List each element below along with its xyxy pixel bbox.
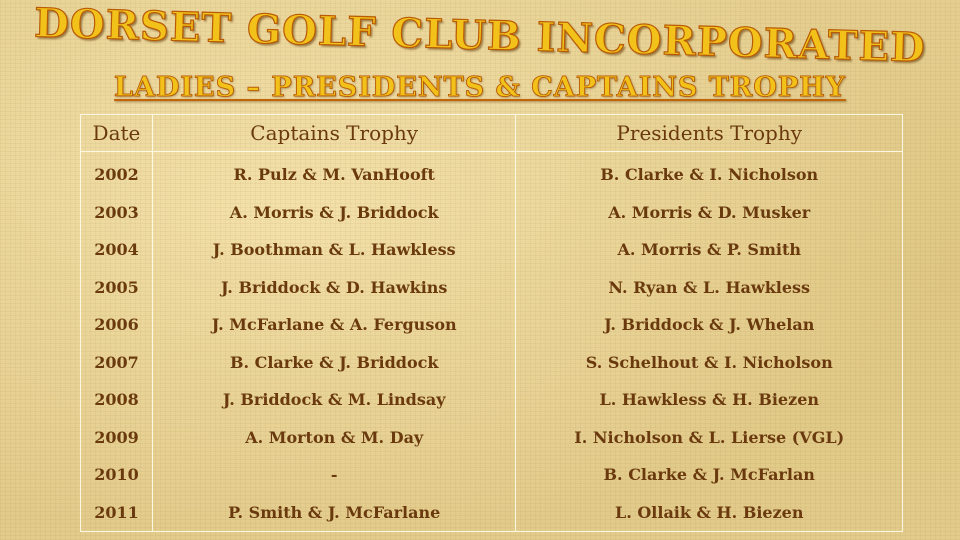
- presidents-trophy-cell: B. Clarke & I. Nicholson: [515, 151, 903, 194]
- presidents-trophy-cell: A. Morris & D. Musker: [515, 193, 903, 231]
- presidents-trophy-cell: S. Schelhout & I. Nicholson: [515, 343, 903, 381]
- table-header-row: Date Captains Trophy Presidents Trophy: [80, 114, 903, 152]
- year-cell: 2008: [80, 381, 153, 419]
- captains-trophy-cell: A. Morris & J. Briddock: [151, 193, 516, 231]
- column-header-captains-trophy: Captains Trophy: [151, 114, 516, 152]
- captains-trophy-cell: J. Briddock & M. Lindsay: [151, 381, 516, 419]
- year-cell: 2002: [80, 151, 153, 194]
- captains-trophy-cell: R. Pulz & M. VanHooft: [151, 151, 516, 194]
- year-cell: 2011: [80, 493, 153, 532]
- table-row: 2009 A. Morton & M. Day I. Nicholson & L…: [80, 418, 903, 456]
- presidents-trophy-cell: I. Nicholson & L. Lierse (VGL): [515, 418, 903, 456]
- captains-trophy-cell: J. McFarlane & A. Ferguson: [151, 306, 516, 344]
- presidents-trophy-cell: A. Morris & P. Smith: [515, 231, 903, 269]
- presidents-trophy-cell: L. Ollaik & H. Biezen: [515, 493, 903, 532]
- page-subtitle: LADIES – PRESIDENTS & CAPTAINS TROPHY: [114, 72, 846, 104]
- presidents-trophy-cell: B. Clarke & J. McFarlan: [515, 456, 903, 494]
- year-cell: 2003: [80, 193, 153, 231]
- table-row: 2005 J. Briddock & D. Hawkins N. Ryan & …: [80, 268, 903, 306]
- page-title: DORSET GOLF CLUB INCORPORATED: [33, 0, 927, 72]
- presidents-trophy-cell: J. Briddock & J. Whelan: [515, 306, 903, 344]
- table-row: 2003 A. Morris & J. Briddock A. Morris &…: [80, 193, 903, 231]
- year-cell: 2007: [80, 343, 153, 381]
- year-cell: 2006: [80, 306, 153, 344]
- captains-trophy-cell: B. Clarke & J. Briddock: [151, 343, 516, 381]
- table-row: 2011 P. Smith & J. McFarlane L. Ollaik &…: [80, 493, 903, 532]
- table-row: 2002 R. Pulz & M. VanHooft B. Clarke & I…: [80, 151, 903, 194]
- presidents-trophy-cell: N. Ryan & L. Hawkless: [515, 268, 903, 306]
- table-row: 2010 - B. Clarke & J. McFarlan: [80, 456, 903, 494]
- presidents-trophy-cell: L. Hawkless & H. Biezen: [515, 381, 903, 419]
- column-header-presidents-trophy: Presidents Trophy: [515, 114, 903, 152]
- year-cell: 2009: [80, 418, 153, 456]
- table-row: 2007 B. Clarke & J. Briddock S. Schelhou…: [80, 343, 903, 381]
- captains-trophy-cell: A. Morton & M. Day: [151, 418, 516, 456]
- table-row: 2004 J. Boothman & L. Hawkless A. Morris…: [80, 231, 903, 269]
- column-header-date: Date: [80, 114, 153, 152]
- trophy-table: Date Captains Trophy Presidents Trophy 2…: [80, 114, 903, 532]
- year-cell: 2010: [80, 456, 153, 494]
- captains-trophy-cell: J. Briddock & D. Hawkins: [151, 268, 516, 306]
- year-cell: 2004: [80, 231, 153, 269]
- captains-trophy-cell: J. Boothman & L. Hawkless: [151, 231, 516, 269]
- captains-trophy-cell: -: [151, 456, 516, 494]
- captains-trophy-cell: P. Smith & J. McFarlane: [151, 493, 516, 532]
- table-row: 2006 J. McFarlane & A. Ferguson J. Bridd…: [80, 306, 903, 344]
- year-cell: 2005: [80, 268, 153, 306]
- table-row: 2008 J. Briddock & M. Lindsay L. Hawkles…: [80, 381, 903, 419]
